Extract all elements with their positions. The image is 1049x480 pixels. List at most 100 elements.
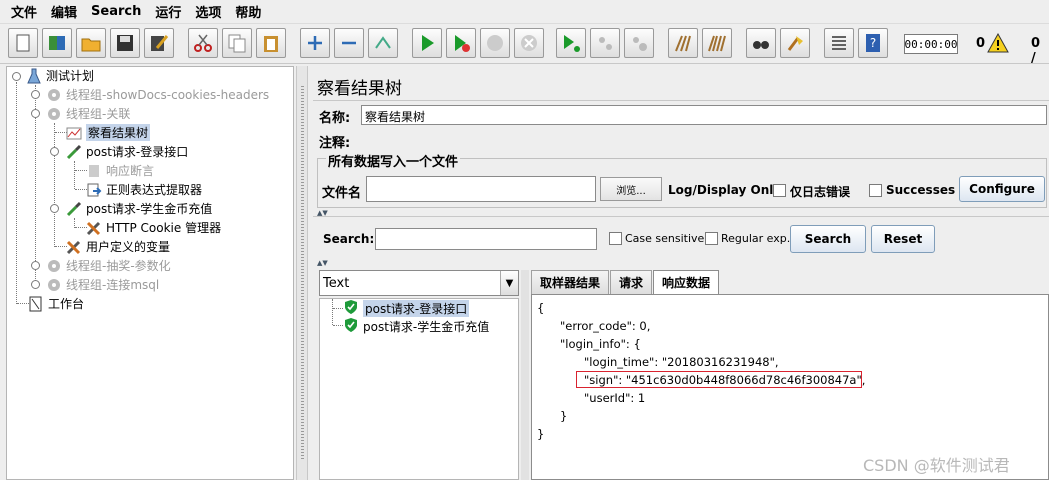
errors-only-checkbox[interactable] <box>773 184 786 197</box>
extractor-icon <box>85 181 103 199</box>
help-icon: ? <box>866 34 880 52</box>
comment-field[interactable] <box>361 130 1047 150</box>
pipette-icon <box>65 200 83 218</box>
vertical-splitter[interactable] <box>296 66 308 480</box>
remote-start-button[interactable] <box>556 28 586 58</box>
tree-item-thread-group[interactable]: 线程组-抽奖-参数化 <box>45 256 171 275</box>
collapse-icon <box>342 41 356 45</box>
stop-button[interactable] <box>480 28 510 58</box>
tree-item-thread-group[interactable]: 线程组-showDocs-cookies-headers <box>45 85 269 104</box>
clear-button[interactable] <box>668 28 698 58</box>
tree-item-workbench[interactable]: 工作台 <box>27 294 84 313</box>
gear-icon <box>45 257 63 275</box>
search-input[interactable] <box>375 228 597 250</box>
save-button[interactable] <box>110 28 140 58</box>
tree-item-regex-extractor[interactable]: 正则表达式提取器 <box>85 180 202 199</box>
paste-button[interactable] <box>256 28 286 58</box>
menu-search[interactable]: Search <box>84 4 148 19</box>
clear-all-button[interactable] <box>702 28 732 58</box>
tree-expand-handle[interactable] <box>12 72 21 81</box>
response-line: } <box>537 427 545 441</box>
shutdown-icon <box>521 35 537 51</box>
regex-checkbox[interactable] <box>705 232 718 245</box>
open-button[interactable] <box>76 28 106 58</box>
tree-expand-handle[interactable] <box>31 90 40 99</box>
shutdown-button[interactable] <box>514 28 544 58</box>
search-button[interactable]: Search <box>790 225 866 253</box>
response-line: "userId": 1 <box>584 391 646 405</box>
function-helper-button[interactable] <box>824 28 854 58</box>
watermark: CSDN @软件测试君 <box>863 456 1010 475</box>
menu-run[interactable]: 运行 <box>148 2 188 21</box>
response-line: } <box>560 409 568 423</box>
comment-label: 注释: <box>319 136 351 151</box>
new-button[interactable] <box>8 28 38 58</box>
tree-item-http-request[interactable]: post请求-学生金币充值 <box>65 199 212 218</box>
tree-item-user-variables[interactable]: 用户定义的变量 <box>65 237 170 256</box>
response-line: "login_info": { <box>560 337 641 351</box>
filename-input[interactable] <box>366 176 596 202</box>
tree-item-response-assertion[interactable]: 响应断言 <box>85 161 154 180</box>
remote-stop-button[interactable] <box>590 28 620 58</box>
tree-item-thread-group[interactable]: 线程组-连接msql <box>45 275 159 294</box>
tab-sampler-result[interactable]: 取样器结果 <box>531 270 610 294</box>
tree-item-http-request[interactable]: post请求-登录接口 <box>65 142 188 161</box>
tab-response-data[interactable]: 响应数据 <box>653 270 720 294</box>
name-field[interactable]: 察看结果树 <box>361 105 1047 125</box>
tree-expand-handle[interactable] <box>50 204 59 213</box>
success-shield-icon <box>344 299 358 318</box>
results-splitter[interactable] <box>521 270 529 480</box>
copy-button[interactable] <box>222 28 252 58</box>
chevron-down-icon[interactable]: ▼ <box>500 271 518 295</box>
tree-expand-handle[interactable] <box>31 109 40 118</box>
menu-help[interactable]: 帮助 <box>228 2 268 21</box>
tree-item-view-results-tree[interactable]: 察看结果树 <box>65 123 151 142</box>
errors-only-label: 仅日志错误 <box>790 185 851 199</box>
sample-row[interactable]: post请求-登录接口 <box>344 299 470 318</box>
save-as-button[interactable] <box>144 28 174 58</box>
start-icon <box>422 35 434 51</box>
tree-expand-handle[interactable] <box>50 147 59 156</box>
browse-button[interactable]: 浏览... <box>600 177 662 201</box>
tree-expand-handle[interactable] <box>31 261 40 270</box>
toolbar: ? 00:00:00 0 0 / <box>0 24 1049 66</box>
tree-item-cookie-manager[interactable]: HTTP Cookie 管理器 <box>85 218 221 237</box>
tree-item-thread-group[interactable]: 线程组-关联 <box>45 104 130 123</box>
gear-icon <box>45 86 63 104</box>
search-button[interactable] <box>746 28 776 58</box>
case-sensitive-checkbox[interactable] <box>609 232 622 245</box>
filename-label: 文件名 <box>322 186 362 201</box>
expand-button[interactable] <box>300 28 330 58</box>
reset-search-button[interactable] <box>780 28 810 58</box>
tree-item-test-plan[interactable]: 测试计划 <box>25 66 94 85</box>
tree-item-label: 工作台 <box>48 297 85 311</box>
warning-icon[interactable] <box>987 32 1009 56</box>
collapse-divider[interactable]: ▲▼ <box>317 260 337 267</box>
toggle-button[interactable] <box>368 28 398 58</box>
reset-button[interactable]: Reset <box>871 225 935 253</box>
successes-checkbox[interactable] <box>869 184 882 197</box>
renderer-select[interactable]: Text ▼ <box>319 270 519 296</box>
tab-request[interactable]: 请求 <box>610 270 653 294</box>
menu-options[interactable]: 选项 <box>188 2 228 21</box>
sample-results-tree[interactable]: post请求-登录接口 post请求-学生金币充值 <box>319 298 519 480</box>
tree-item-label: 测试计划 <box>46 69 95 83</box>
save-as-icon <box>151 35 169 51</box>
start-no-timers-button[interactable] <box>446 28 476 58</box>
help-button[interactable]: ? <box>858 28 888 58</box>
menu-edit[interactable]: 编辑 <box>44 2 84 21</box>
tree-item-label: 正则表达式提取器 <box>106 183 203 197</box>
menu-file[interactable]: 文件 <box>4 2 44 21</box>
configure-button[interactable]: Configure <box>959 176 1045 202</box>
cut-button[interactable] <box>188 28 218 58</box>
tree-expand-handle[interactable] <box>31 280 40 289</box>
test-plan-tree[interactable]: 测试计划 线程组-showDocs-cookies-headers 线程组-关联… <box>6 66 294 480</box>
start-button[interactable] <box>412 28 442 58</box>
templates-button[interactable] <box>42 28 72 58</box>
templates-icon <box>49 36 65 50</box>
sample-row[interactable]: post请求-学生金币充值 <box>344 317 489 335</box>
sample-label: post请求-学生金币充值 <box>363 319 490 334</box>
collapse-button[interactable] <box>334 28 364 58</box>
remote-shutdown-button[interactable] <box>624 28 654 58</box>
menubar: 文件 编辑 Search 运行 选项 帮助 <box>0 0 1049 24</box>
